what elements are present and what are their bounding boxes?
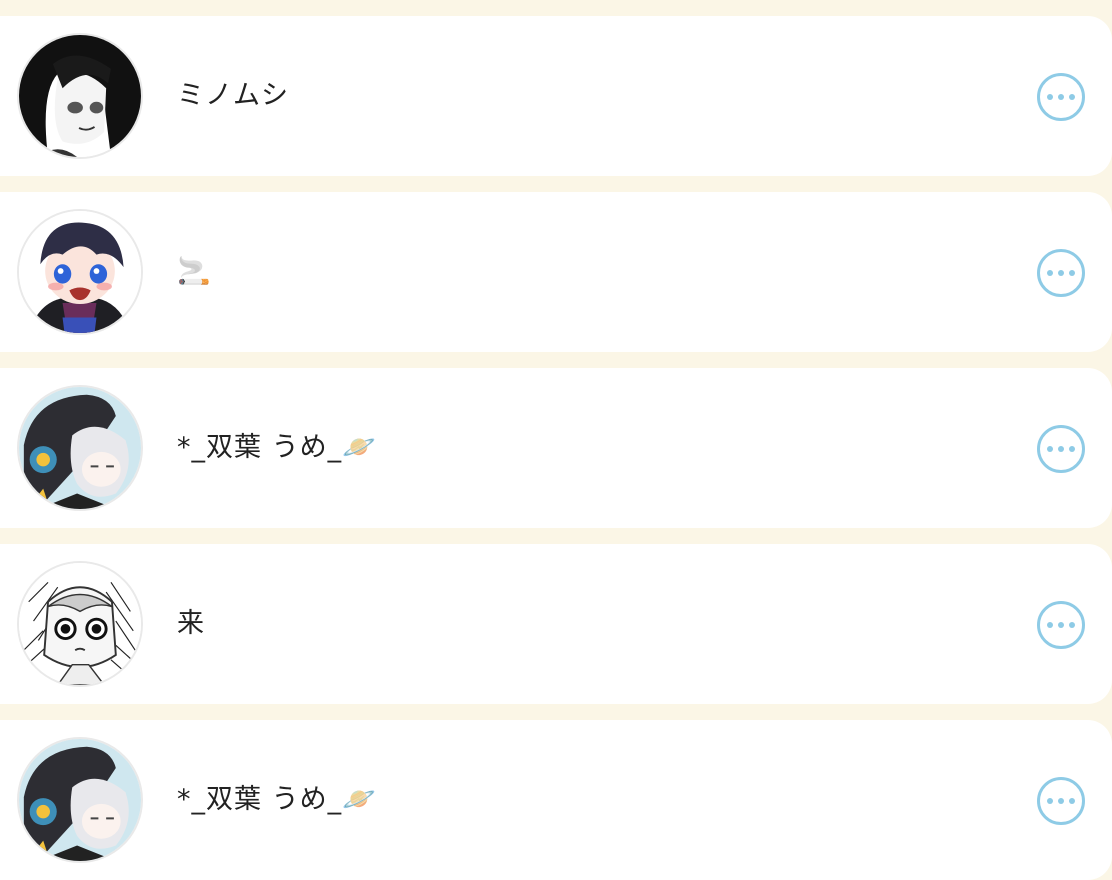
manga-girl-avatar-icon	[19, 35, 141, 157]
user-avatar[interactable]	[17, 33, 143, 159]
user-avatar[interactable]	[17, 561, 143, 687]
user-row[interactable]: 🚬	[0, 192, 1112, 352]
user-name: 🚬	[177, 256, 212, 287]
hooded-girl-avatar-icon	[19, 739, 141, 861]
user-row[interactable]: 来	[0, 544, 1112, 704]
user-list: ミノムシ 🚬 *_双葉 うめ_🪐 来 *_双葉 うめ_🪐	[0, 0, 1112, 880]
more-options-icon[interactable]	[1037, 73, 1085, 121]
user-name: ミノムシ	[177, 80, 289, 111]
user-row[interactable]: *_双葉 うめ_🪐	[0, 368, 1112, 528]
more-options-icon[interactable]	[1037, 425, 1085, 473]
user-name: 来	[177, 608, 205, 639]
user-avatar[interactable]	[17, 737, 143, 863]
user-row[interactable]: ミノムシ	[0, 16, 1112, 176]
user-row[interactable]: *_双葉 うめ_🪐	[0, 720, 1112, 880]
user-avatar[interactable]	[17, 209, 143, 335]
blue-eyed-boy-avatar-icon	[19, 211, 141, 333]
user-name: *_双葉 うめ_🪐	[177, 784, 377, 815]
more-options-icon[interactable]	[1037, 249, 1085, 297]
more-options-icon[interactable]	[1037, 777, 1085, 825]
user-avatar[interactable]	[17, 385, 143, 511]
more-options-icon[interactable]	[1037, 601, 1085, 649]
sketch-girl-avatar-icon	[19, 563, 141, 685]
user-name: *_双葉 うめ_🪐	[177, 432, 377, 463]
hooded-girl-avatar-icon	[19, 387, 141, 509]
